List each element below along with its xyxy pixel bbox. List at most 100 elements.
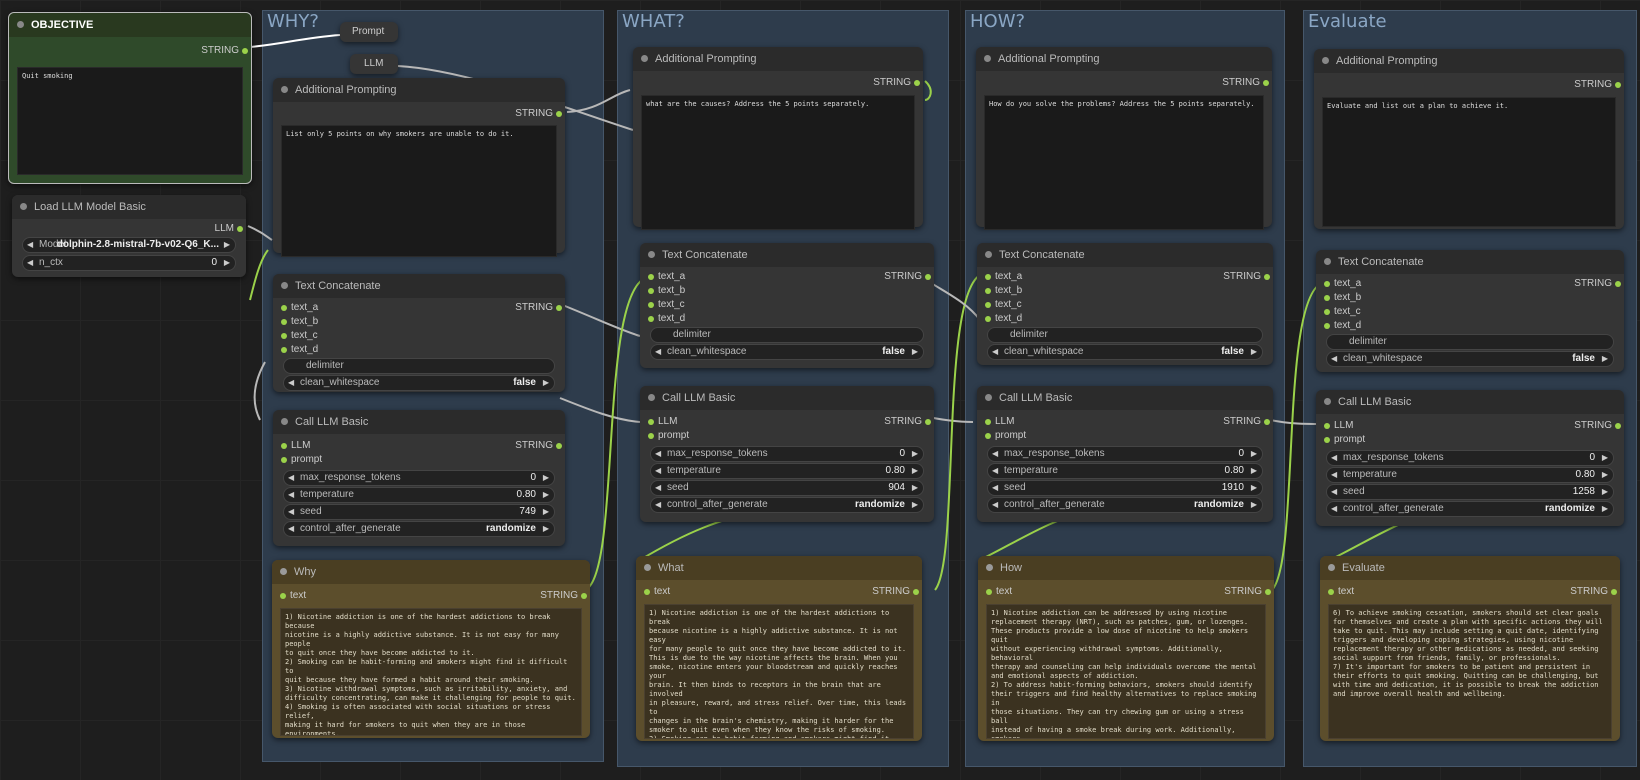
arrow-right-icon[interactable]: ▶ xyxy=(1602,451,1608,465)
input-text-a[interactable]: text_a xyxy=(1323,278,1361,289)
control-after-generate-select[interactable]: ◀ control_after_generate randomize ▶ xyxy=(1326,501,1614,517)
seed-field[interactable]: ◀ seed 749 ▶ xyxy=(283,504,555,520)
input-text-c[interactable]: text_c xyxy=(1324,306,1361,317)
input-text-b[interactable]: text_b xyxy=(280,316,318,327)
control-after-generate-select[interactable]: ◀ control_after_generate randomize ▶ xyxy=(987,497,1263,513)
string-output[interactable]: STRING xyxy=(1223,271,1270,282)
input-text[interactable]: text xyxy=(1327,586,1354,597)
max-response-tokens-field[interactable]: ◀ max_response_tokens 0 ▶ xyxy=(1326,450,1614,466)
arrow-left-icon[interactable]: ◀ xyxy=(288,488,294,502)
objective-node[interactable]: OBJECTIVE STRING Quit smoking xyxy=(8,12,252,184)
arrow-right-icon[interactable]: ▶ xyxy=(912,345,918,359)
arrow-right-icon[interactable]: ▶ xyxy=(912,464,918,478)
clean-whitespace-toggle[interactable]: ◀ clean_whitespace false ▶ xyxy=(283,375,555,391)
text-concatenate-node[interactable]: Text Concatenate STRING text_a text_b text_c… xyxy=(640,243,934,368)
max-response-tokens-field[interactable]: ◀ max_response_tokens 0 ▶ xyxy=(987,446,1263,462)
arrow-right-icon[interactable]: ▶ xyxy=(1602,502,1608,516)
prompt-textarea[interactable]: List only 5 points on why smokers are un… xyxy=(281,125,557,257)
prompt-reroute[interactable]: Prompt xyxy=(340,22,398,42)
input-prompt[interactable]: prompt xyxy=(1323,434,1365,445)
input-text-b[interactable]: text_b xyxy=(647,285,685,296)
call-llm-node[interactable]: Call LLM Basic STRING LLM prompt ◀ max_respon… xyxy=(1316,390,1624,526)
temperature-field[interactable]: ◀ temperature 0.80 ▶ xyxy=(987,463,1263,479)
string-output[interactable]: STRING xyxy=(872,586,919,597)
input-llm[interactable]: LLM xyxy=(1323,420,1353,431)
input-text-b[interactable]: text_b xyxy=(984,285,1022,296)
call-llm-node[interactable]: Call LLM Basic STRING LLM prompt ◀ max_respon… xyxy=(273,410,565,546)
temperature-field[interactable]: ◀ temperature 0.80 ▶ xyxy=(283,487,555,503)
arrow-left-icon[interactable]: ◀ xyxy=(27,238,33,252)
string-output[interactable]: STRING xyxy=(1574,79,1621,90)
arrow-right-icon[interactable]: ▶ xyxy=(1251,345,1257,359)
input-llm[interactable]: LLM xyxy=(984,416,1014,427)
call-llm-node[interactable]: Call LLM Basic STRING LLM prompt ◀ max_respon… xyxy=(977,386,1273,522)
max-response-tokens-field[interactable]: ◀ max_response_tokens 0 ▶ xyxy=(650,446,924,462)
text-concatenate-node[interactable]: Text Concatenate STRING text_a text_b text_c… xyxy=(977,243,1273,365)
arrow-right-icon[interactable]: ▶ xyxy=(1602,352,1608,366)
input-text[interactable]: text xyxy=(985,586,1012,597)
arrow-right-icon[interactable]: ▶ xyxy=(543,488,549,502)
note-textarea[interactable]: 1) Nicotine addiction can be addressed b… xyxy=(986,604,1266,739)
max-response-tokens-field[interactable]: ◀ max_response_tokens 0 ▶ xyxy=(283,470,555,486)
arrow-left-icon[interactable]: ◀ xyxy=(992,481,998,495)
arrow-right-icon[interactable]: ▶ xyxy=(1251,464,1257,478)
delimiter-field[interactable]: delimiter xyxy=(1326,334,1614,350)
output-note-node[interactable]: What text STRING 1) Nicotine addiction is o… xyxy=(636,556,922,741)
clean-whitespace-toggle[interactable]: ◀ clean_whitespace false ▶ xyxy=(650,344,924,360)
string-output[interactable]: STRING xyxy=(884,416,931,427)
arrow-left-icon[interactable]: ◀ xyxy=(1331,451,1337,465)
additional-prompting-node[interactable]: Additional Prompting STRING what are the c… xyxy=(633,47,923,230)
text-concatenate-node[interactable]: Text Concatenate STRING text_a text_b text_c… xyxy=(1316,250,1624,372)
input-text-c[interactable]: text_c xyxy=(648,299,685,310)
string-output[interactable]: STRING xyxy=(515,302,562,313)
model-select[interactable]: ◀ Model dolphin-2.8-mistral-7b-v02-Q6_K...… xyxy=(22,237,236,253)
string-output[interactable]: STRING xyxy=(1570,586,1617,597)
output-note-node[interactable]: How text STRING 1) Nicotine addiction can b… xyxy=(978,556,1274,741)
additional-prompting-node[interactable]: Additional Prompting STRING List only 5 po… xyxy=(273,78,565,257)
arrow-left-icon[interactable]: ◀ xyxy=(1331,352,1337,366)
arrow-left-icon[interactable]: ◀ xyxy=(655,464,661,478)
arrow-left-icon[interactable]: ◀ xyxy=(992,464,998,478)
delimiter-field[interactable]: delimiter xyxy=(283,358,555,374)
input-text-c[interactable]: text_c xyxy=(281,330,318,341)
text-concatenate-node[interactable]: Text Concatenate STRING text_a text_b text_c… xyxy=(273,274,565,392)
clean-whitespace-toggle[interactable]: ◀ clean_whitespace false ▶ xyxy=(987,344,1263,360)
arrow-right-icon[interactable]: ▶ xyxy=(1251,481,1257,495)
arrow-left-icon[interactable]: ◀ xyxy=(655,498,661,512)
seed-field[interactable]: ◀ seed 1258 ▶ xyxy=(1326,484,1614,500)
note-textarea[interactable]: 6) To achieve smoking cessation, smokers… xyxy=(1328,604,1612,739)
llm-output[interactable]: LLM xyxy=(215,223,244,234)
arrow-right-icon[interactable]: ▶ xyxy=(543,522,549,536)
input-prompt[interactable]: prompt xyxy=(647,430,689,441)
temperature-field[interactable]: ◀ temperature 0.80 ▶ xyxy=(650,463,924,479)
load-llm-node[interactable]: Load LLM Model Basic LLM ◀ Model dolphin-2… xyxy=(12,195,246,277)
note-textarea[interactable]: 1) Nicotine addiction is one of the hard… xyxy=(644,604,914,739)
string-output[interactable]: STRING xyxy=(1223,416,1270,427)
seed-field[interactable]: ◀ seed 904 ▶ xyxy=(650,480,924,496)
arrow-right-icon[interactable]: ▶ xyxy=(1251,498,1257,512)
note-textarea[interactable]: 1) Nicotine addiction is one of the hard… xyxy=(280,608,582,736)
input-llm[interactable]: LLM xyxy=(647,416,677,427)
control-after-generate-select[interactable]: ◀ control_after_generate randomize ▶ xyxy=(283,521,555,537)
string-output[interactable]: STRING xyxy=(884,271,931,282)
input-text-b[interactable]: text_b xyxy=(1323,292,1361,303)
arrow-right-icon[interactable]: ▶ xyxy=(1602,468,1608,482)
arrow-left-icon[interactable]: ◀ xyxy=(655,481,661,495)
output-note-node[interactable]: Evaluate text STRING 6) To achieve smoking … xyxy=(1320,556,1620,741)
arrow-right-icon[interactable]: ▶ xyxy=(1602,485,1608,499)
arrow-left-icon[interactable]: ◀ xyxy=(27,256,33,270)
arrow-left-icon[interactable]: ◀ xyxy=(288,471,294,485)
input-text-d[interactable]: text_d xyxy=(280,344,318,355)
input-text-a[interactable]: text_a xyxy=(647,271,685,282)
arrow-right-icon[interactable]: ▶ xyxy=(912,498,918,512)
arrow-left-icon[interactable]: ◀ xyxy=(288,522,294,536)
objective-textarea[interactable]: Quit smoking xyxy=(17,67,243,175)
arrow-right-icon[interactable]: ▶ xyxy=(912,447,918,461)
arrow-right-icon[interactable]: ▶ xyxy=(224,256,230,270)
delimiter-field[interactable]: delimiter xyxy=(987,327,1263,343)
arrow-right-icon[interactable]: ▶ xyxy=(1251,447,1257,461)
delimiter-field[interactable]: delimiter xyxy=(650,327,924,343)
string-output[interactable]: STRING xyxy=(515,440,562,451)
output-note-node[interactable]: Why text STRING 1) Nicotine addiction is on… xyxy=(272,560,590,738)
input-text-a[interactable]: text_a xyxy=(984,271,1022,282)
